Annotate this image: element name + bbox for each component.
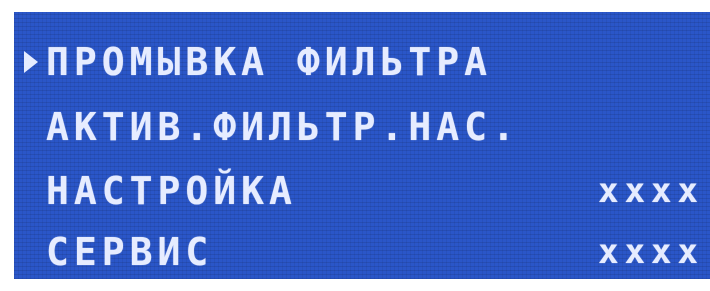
screenshot-frame: ПРОМЫВКА ФИЛЬТРА АКТИВ.ФИЛЬТР.НАС. НАСТР… <box>0 0 710 291</box>
lcd-display: ПРОМЫВКА ФИЛЬТРА АКТИВ.ФИЛЬТР.НАС. НАСТР… <box>14 12 710 279</box>
menu-item-label: НАСТРОЙКА <box>46 169 297 213</box>
menu-item-filter-flush[interactable]: ПРОМЫВКА ФИЛЬТРА <box>14 36 710 88</box>
menu-item-settings[interactable]: НАСТРОЙКА xxxx <box>14 165 710 217</box>
selection-cursor-icon <box>24 51 38 73</box>
menu-item-label: АКТИВ.ФИЛЬТР.НАС. <box>46 105 520 149</box>
menu-item-active-filter[interactable]: АКТИВ.ФИЛЬТР.НАС. <box>14 101 710 153</box>
menu-item-value: xxxx <box>598 171 704 211</box>
menu-item-label: ПРОМЫВКА ФИЛЬТРА <box>46 40 493 84</box>
menu-item-value: xxxx <box>598 232 704 272</box>
menu-item-label: СЕРВИС <box>46 230 214 274</box>
menu-item-service[interactable]: СЕРВИС xxxx <box>14 226 710 278</box>
